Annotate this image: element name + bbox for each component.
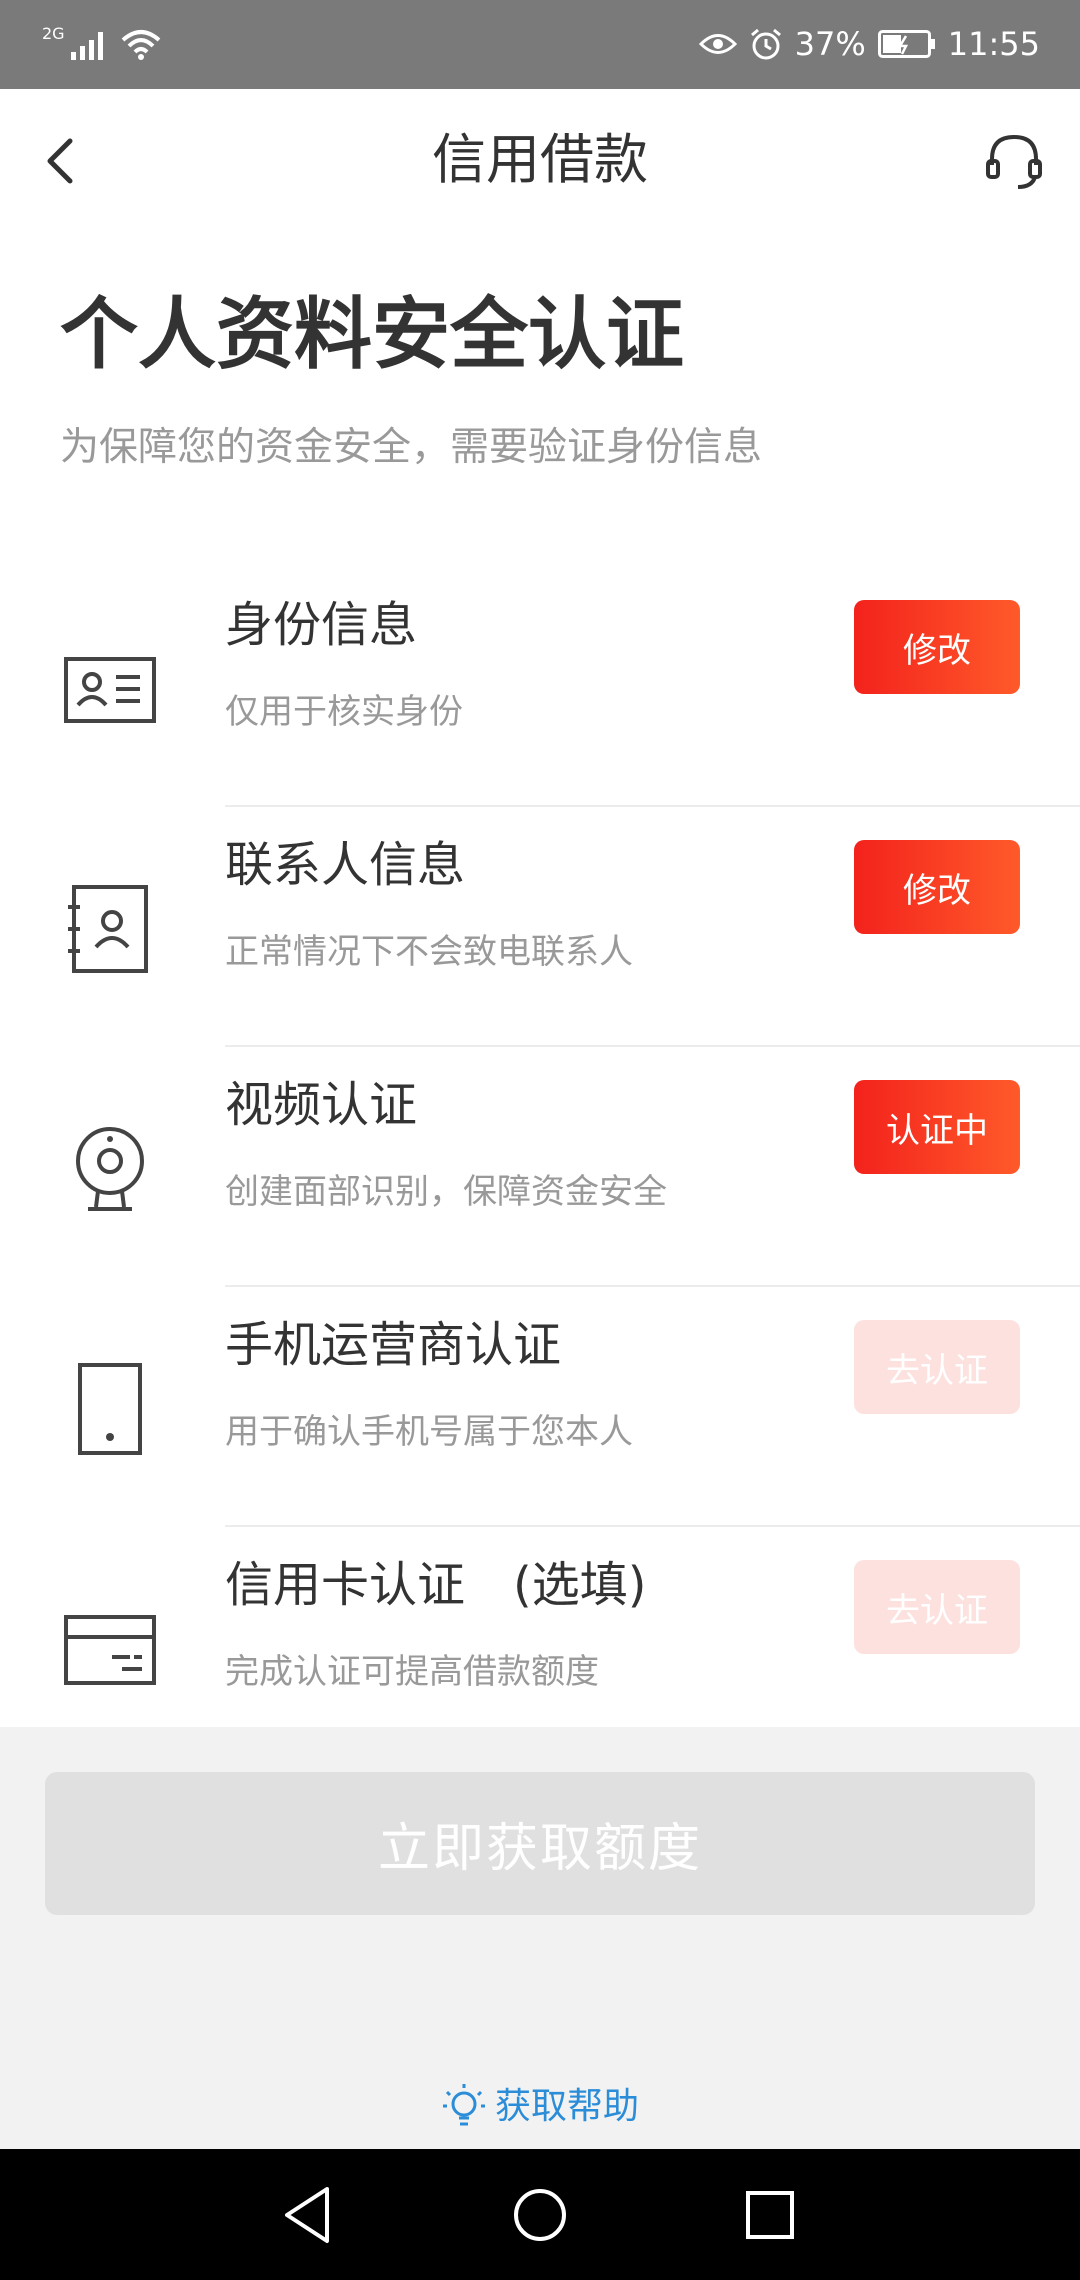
help-link-label: 获取帮助 bbox=[494, 2086, 639, 2127]
id-card-icon bbox=[64, 657, 156, 723]
video-verifying-button[interactable]: 认证中 bbox=[854, 1080, 1020, 1174]
page-subtitle: 为保障您的资金安全，需要验证身份信息 bbox=[60, 425, 763, 470]
item-description: 完成认证可提高借款额度 bbox=[225, 1652, 599, 1692]
get-credit-limit-button[interactable]: 立即获取额度 bbox=[45, 1772, 1035, 1915]
verification-list: 身份信息 仅用于核实身份 修改 联系人信息 正常情况下不会致电联系人 修改 视频… bbox=[0, 567, 1080, 1767]
verify-item-carrier[interactable]: 手机运营商认证 用于确认手机号属于您本人 去认证 bbox=[0, 1287, 1080, 1527]
app-header: 信用借款 bbox=[0, 89, 1080, 237]
contact-book-icon bbox=[68, 885, 148, 973]
edit-identity-button[interactable]: 修改 bbox=[854, 600, 1020, 694]
status-bar: 2G 37% 11:55 bbox=[0, 0, 1080, 89]
item-title: 信用卡认证 (选填) bbox=[225, 1557, 647, 1613]
status-left: 2G bbox=[42, 26, 161, 60]
item-description: 创建面部识别，保障资金安全 bbox=[225, 1172, 667, 1212]
webcam-icon bbox=[76, 1127, 144, 1211]
status-right: 37% 11:55 bbox=[698, 24, 1040, 64]
phone-icon bbox=[78, 1363, 142, 1455]
item-title: 手机运营商认证 bbox=[225, 1317, 562, 1373]
battery-icon bbox=[877, 30, 935, 58]
alarm-icon bbox=[750, 28, 781, 60]
customer-service-button[interactable] bbox=[984, 131, 1044, 191]
nav-recents-icon[interactable] bbox=[736, 2181, 804, 2249]
credit-card-verify-button[interactable]: 去认证 bbox=[854, 1560, 1020, 1654]
help-link[interactable]: 获取帮助 bbox=[0, 2082, 1080, 2132]
battery-percent: 37% bbox=[794, 25, 866, 63]
edit-contacts-button[interactable]: 修改 bbox=[854, 840, 1020, 934]
wifi-icon bbox=[121, 30, 160, 60]
credit-card-icon bbox=[64, 1615, 156, 1685]
verify-item-identity[interactable]: 身份信息 仅用于核实身份 修改 bbox=[0, 567, 1080, 807]
clock-time: 11:55 bbox=[947, 25, 1040, 63]
signal-icon bbox=[70, 32, 103, 60]
nav-back-icon[interactable] bbox=[275, 2181, 343, 2249]
item-title: 联系人信息 bbox=[225, 837, 466, 893]
item-description: 正常情况下不会致电联系人 bbox=[225, 932, 633, 972]
verify-item-contacts[interactable]: 联系人信息 正常情况下不会致电联系人 修改 bbox=[0, 807, 1080, 1047]
carrier-verify-button[interactable]: 去认证 bbox=[854, 1320, 1020, 1414]
network-type: 2G bbox=[42, 24, 65, 43]
item-title: 视频认证 bbox=[225, 1077, 418, 1133]
nav-home-icon[interactable] bbox=[506, 2181, 574, 2249]
item-title: 身份信息 bbox=[225, 597, 418, 653]
page-title: 个人资料安全认证 bbox=[60, 290, 685, 380]
item-description: 用于确认手机号属于您本人 bbox=[225, 1412, 633, 1452]
system-nav-bar bbox=[0, 2149, 1080, 2280]
lightbulb-icon bbox=[442, 2084, 485, 2126]
footer-area: 立即获取额度 获取帮助 bbox=[0, 1727, 1080, 2149]
header-title: 信用借款 bbox=[432, 128, 648, 191]
verify-item-video[interactable]: 视频认证 创建面部识别，保障资金安全 认证中 bbox=[0, 1047, 1080, 1287]
item-description: 仅用于核实身份 bbox=[225, 692, 463, 732]
headset-icon bbox=[986, 134, 1042, 189]
eye-icon bbox=[698, 34, 737, 54]
